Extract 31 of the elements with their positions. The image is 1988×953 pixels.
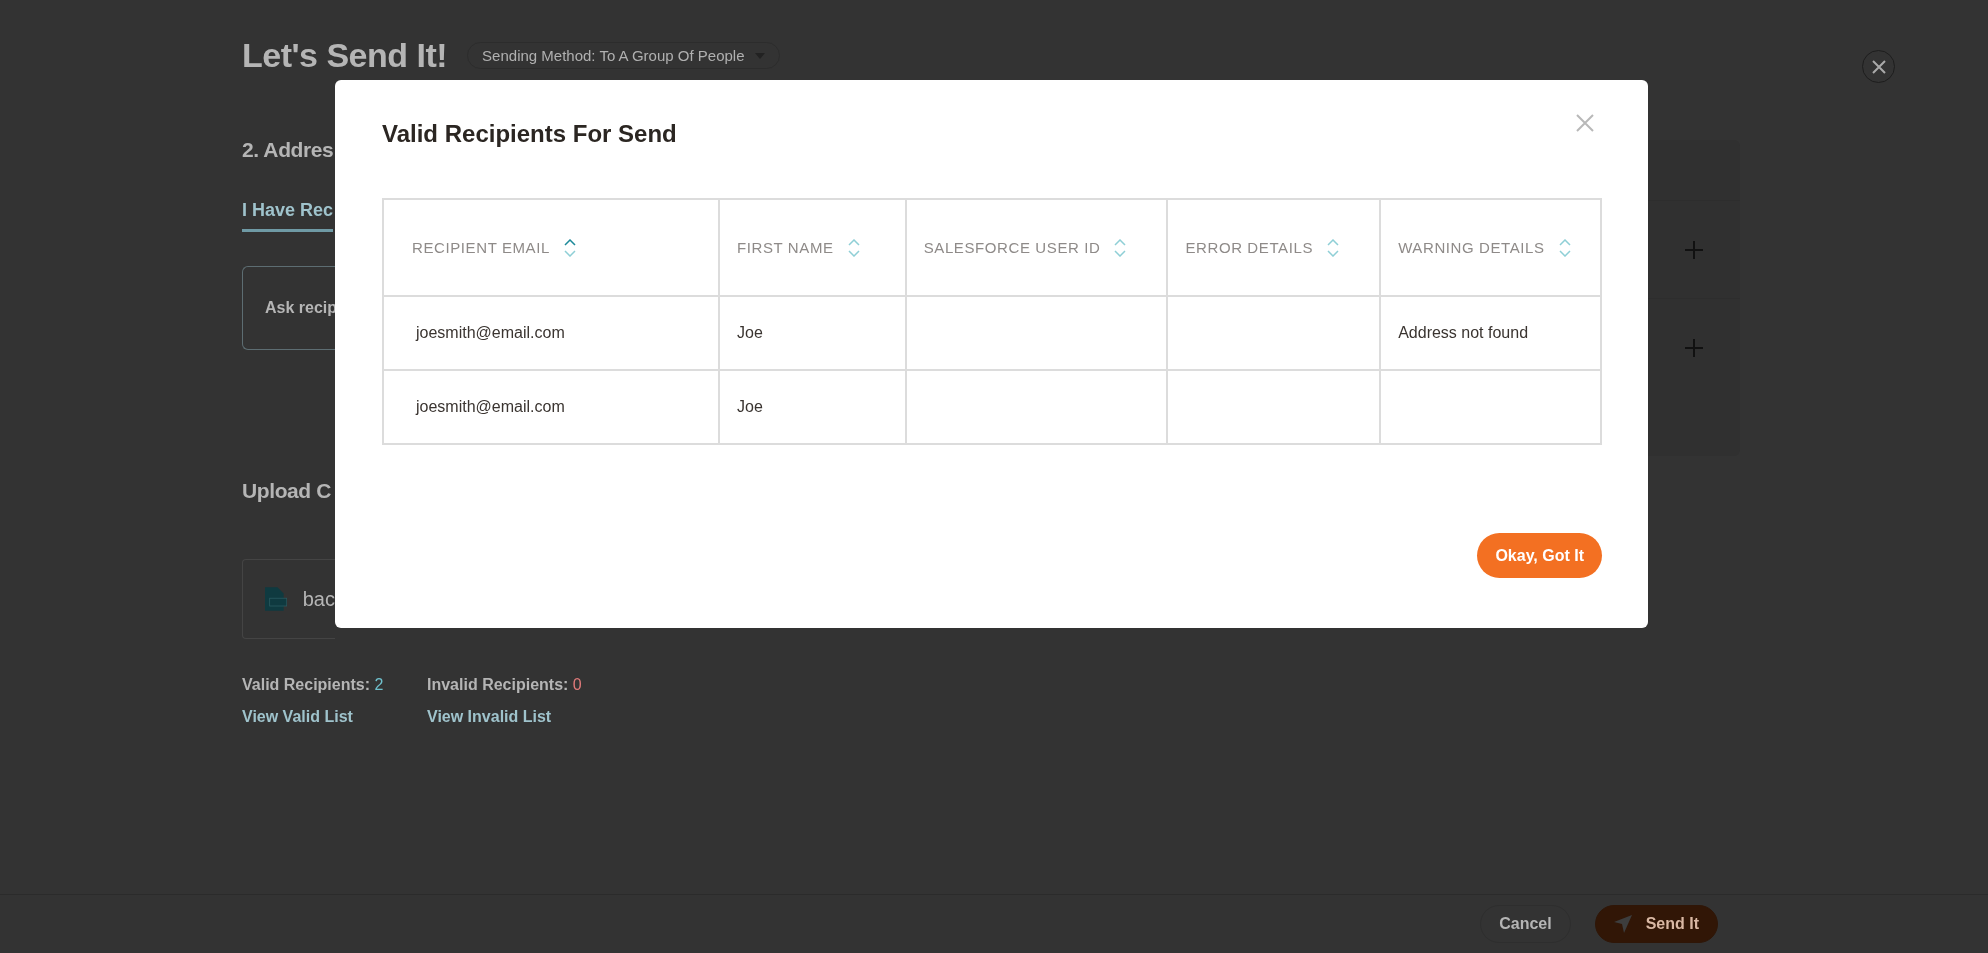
page-title: Let's Send It! [242,36,448,75]
csv-file-icon [265,584,287,614]
valid-recipients-count: Valid Recipients: 2 [242,676,385,694]
sort-icon [847,238,860,257]
column-header[interactable]: SALESFORCE USER ID [905,199,1168,296]
send-button[interactable]: Send It [1594,905,1718,943]
table-cell: Address not found [1398,324,1529,341]
column-header[interactable]: FIRST NAME [719,199,906,296]
send-icon [1613,915,1632,933]
column-header[interactable]: ERROR DETAILS [1167,199,1381,296]
sort-icon [1558,238,1571,257]
plus-icon[interactable] [1685,240,1703,259]
upload-heading: Upload C [242,479,331,503]
section-heading: 2. Addres [242,138,334,162]
file-name: bac [302,587,335,611]
invalid-recipients-count: Invalid Recipients: 0 [427,676,583,694]
table-cell: joesmith@email.com [416,398,565,415]
column-header[interactable]: RECIPIENT EMAIL [383,199,720,296]
view-invalid-list-link[interactable]: View Invalid List [427,708,602,726]
close-icon [1576,114,1594,132]
column-header[interactable]: WARNING DETAILS [1380,199,1601,296]
view-valid-list-link[interactable]: View Valid List [242,708,427,726]
sort-icon [563,238,576,257]
table-cell: joesmith@email.com [416,324,565,341]
sort-icon [1327,238,1339,257]
close-icon [1870,58,1887,75]
sort-icon [1114,238,1127,257]
table-cell: Joe [737,324,763,341]
table-cell: Joe [737,398,763,415]
dialog-title: Valid Recipients For Send [382,120,677,148]
plus-icon[interactable] [1685,338,1703,357]
